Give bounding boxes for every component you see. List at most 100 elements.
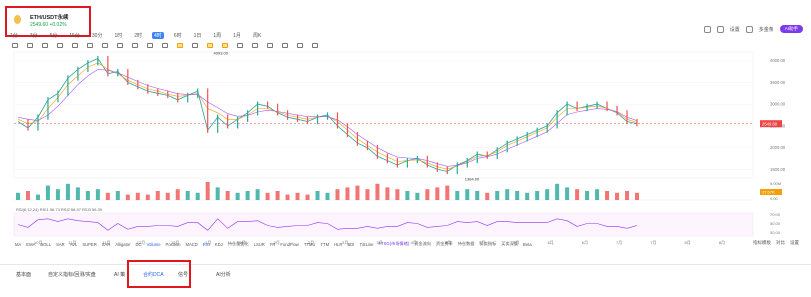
volume-bar (285, 194, 290, 200)
y-tick-label: 2000.00 (770, 145, 786, 150)
indicator-tab-13[interactable]: KDJ (214, 242, 224, 247)
bottom-tab-5[interactable]: AI分析 (216, 271, 231, 278)
interval-5[interactable]: 1时 (112, 32, 124, 39)
text-icon[interactable] (117, 42, 123, 48)
indicator-tab-6[interactable]: SAR (101, 242, 112, 247)
indicator-right-tools: 指标模板 对比 设置 (753, 240, 799, 246)
layers-icon[interactable] (282, 42, 288, 48)
indicator-right-2[interactable]: 设置 (790, 240, 799, 246)
flag-icon[interactable] (252, 42, 258, 48)
volume-bar (405, 191, 410, 200)
screenshot-icon[interactable] (703, 25, 711, 33)
indicator-tab-3[interactable]: SAR (55, 242, 66, 247)
indicator-tab-23[interactable]: FTSG(市场情绪) (377, 241, 410, 247)
volume-bar (225, 191, 230, 200)
indicator-tab-9[interactable]: Volume (146, 242, 162, 247)
indicator-tab-19[interactable]: TTM (319, 242, 330, 247)
interval-6[interactable]: 2时 (132, 32, 144, 39)
volume-bar (255, 189, 260, 200)
indicator-tab-17[interactable]: FundFlow (279, 242, 299, 247)
volume-bar (555, 183, 560, 200)
eye-icon[interactable] (207, 42, 213, 48)
price-chart[interactable]: 4000.003500.003000.002500.002000.001500.… (0, 48, 811, 248)
indicator-tab-16[interactable]: FR (269, 242, 277, 247)
camera-icon[interactable] (297, 42, 303, 48)
indicator-tab-14[interactable]: 持仓量变化 (227, 241, 250, 247)
y-tick-label: 3000.00 (770, 102, 786, 107)
measure-icon[interactable] (147, 42, 153, 48)
interval-2[interactable]: 5分 (48, 32, 60, 39)
indicator-tab-29[interactable]: Beta (522, 242, 533, 247)
trendline-icon[interactable] (12, 42, 18, 48)
volume-bar (235, 192, 240, 200)
indicator-tab-5[interactable]: SUPER (81, 242, 97, 247)
indicator-tab-27[interactable]: 买卖指标 (479, 241, 498, 247)
indicator-tab-4[interactable]: AVL (69, 242, 79, 247)
crosshair-icon[interactable] (27, 42, 33, 48)
fib-icon[interactable] (72, 42, 78, 48)
indicator-tab-11[interactable]: MACD (184, 242, 198, 247)
volume-bar (315, 191, 320, 200)
ruler-icon[interactable] (237, 42, 243, 48)
volume-bar (625, 191, 630, 200)
indicator-tab-24[interactable]: 资金流向 (413, 241, 432, 247)
interval-9[interactable]: 1日 (192, 32, 204, 39)
volume-bar (355, 185, 360, 200)
settings-label[interactable]: 设置 (730, 26, 740, 33)
indicator-tab-8[interactable]: DC (135, 242, 143, 247)
zoom-icon[interactable] (162, 42, 168, 48)
interval-7[interactable]: 4时 (152, 31, 164, 39)
indicator-tab-28[interactable]: 买卖深度 (500, 241, 519, 247)
bottom-tab-1[interactable]: 自定义指标/回测/实盘 (48, 271, 96, 278)
fullscreen-icon[interactable] (745, 25, 753, 33)
path-icon[interactable] (132, 42, 138, 48)
rsi-pane (13, 212, 754, 237)
indicator-right-0[interactable]: 指标模板 (753, 240, 771, 246)
indicator-tab-15[interactable]: LSUR (253, 242, 266, 247)
volume-bar (115, 191, 120, 200)
interval-1[interactable]: 3分 (28, 32, 40, 39)
bottom-tab-2[interactable]: AI 策 (114, 271, 125, 278)
undo-icon[interactable] (312, 42, 318, 48)
magnet-icon[interactable] (177, 42, 183, 48)
rsi-tick-label: 30.00 (770, 230, 781, 235)
volume-bar (475, 191, 480, 200)
layout-icon[interactable] (716, 25, 724, 33)
indicator-tab-22[interactable]: TiSLine (358, 242, 374, 247)
indicator-tab-21[interactable]: BDI (346, 242, 355, 247)
indicator-tab-18[interactable]: TTMU (303, 242, 317, 247)
indicator-tab-7[interactable]: Alligator (114, 242, 131, 247)
ai-assistant-button[interactable]: AI助手 (779, 25, 803, 33)
interval-4[interactable]: 30分 (90, 32, 105, 39)
interval-8[interactable]: 6时 (172, 32, 184, 39)
y-tick-label: 4000.00 (770, 58, 786, 63)
arrow-icon[interactable] (87, 42, 93, 48)
rectangle-icon[interactable] (57, 42, 63, 48)
template-label[interactable]: 多金条 (759, 26, 774, 33)
indicator-tab-1[interactable]: EMA (25, 242, 36, 247)
volume-bar (535, 191, 540, 200)
interval-11[interactable]: 1月 (231, 32, 243, 39)
bottom-tab-bar: 基本面 自定义指标/回测/实盘 AI 策合约DCA 信号 AI分析 (0, 264, 811, 286)
interval-0[interactable]: 1分 (8, 32, 20, 39)
bottom-tab-0[interactable]: 基本面 (16, 271, 31, 278)
rsi-tick-label: 50.00 (770, 221, 781, 226)
indicator-tab-25[interactable]: 资金费率 (435, 241, 454, 247)
interval-12[interactable]: 周K (251, 32, 263, 39)
bell-icon[interactable] (267, 42, 273, 48)
volume-bar (185, 191, 190, 200)
indicator-tab-0[interactable]: MA (14, 242, 22, 247)
interval-10[interactable]: 1周 (211, 32, 223, 39)
brush-icon[interactable] (102, 42, 108, 48)
trash-icon[interactable] (222, 42, 228, 48)
lock-icon[interactable] (192, 42, 198, 48)
interval-3[interactable]: 15分 (67, 32, 82, 39)
horizontal-line-icon[interactable] (42, 42, 48, 48)
indicator-tab-20[interactable]: HLR (333, 242, 343, 247)
indicator-tab-26[interactable]: 持仓数据 (457, 241, 476, 247)
indicator-right-1[interactable]: 对比 (776, 240, 785, 246)
indicator-tab-12[interactable]: RSI (202, 242, 211, 247)
volume-label-bottom: 0.00 (770, 196, 779, 201)
indicator-tab-2[interactable]: BOLL (39, 242, 52, 247)
indicator-tab-10[interactable]: Position (165, 242, 182, 247)
